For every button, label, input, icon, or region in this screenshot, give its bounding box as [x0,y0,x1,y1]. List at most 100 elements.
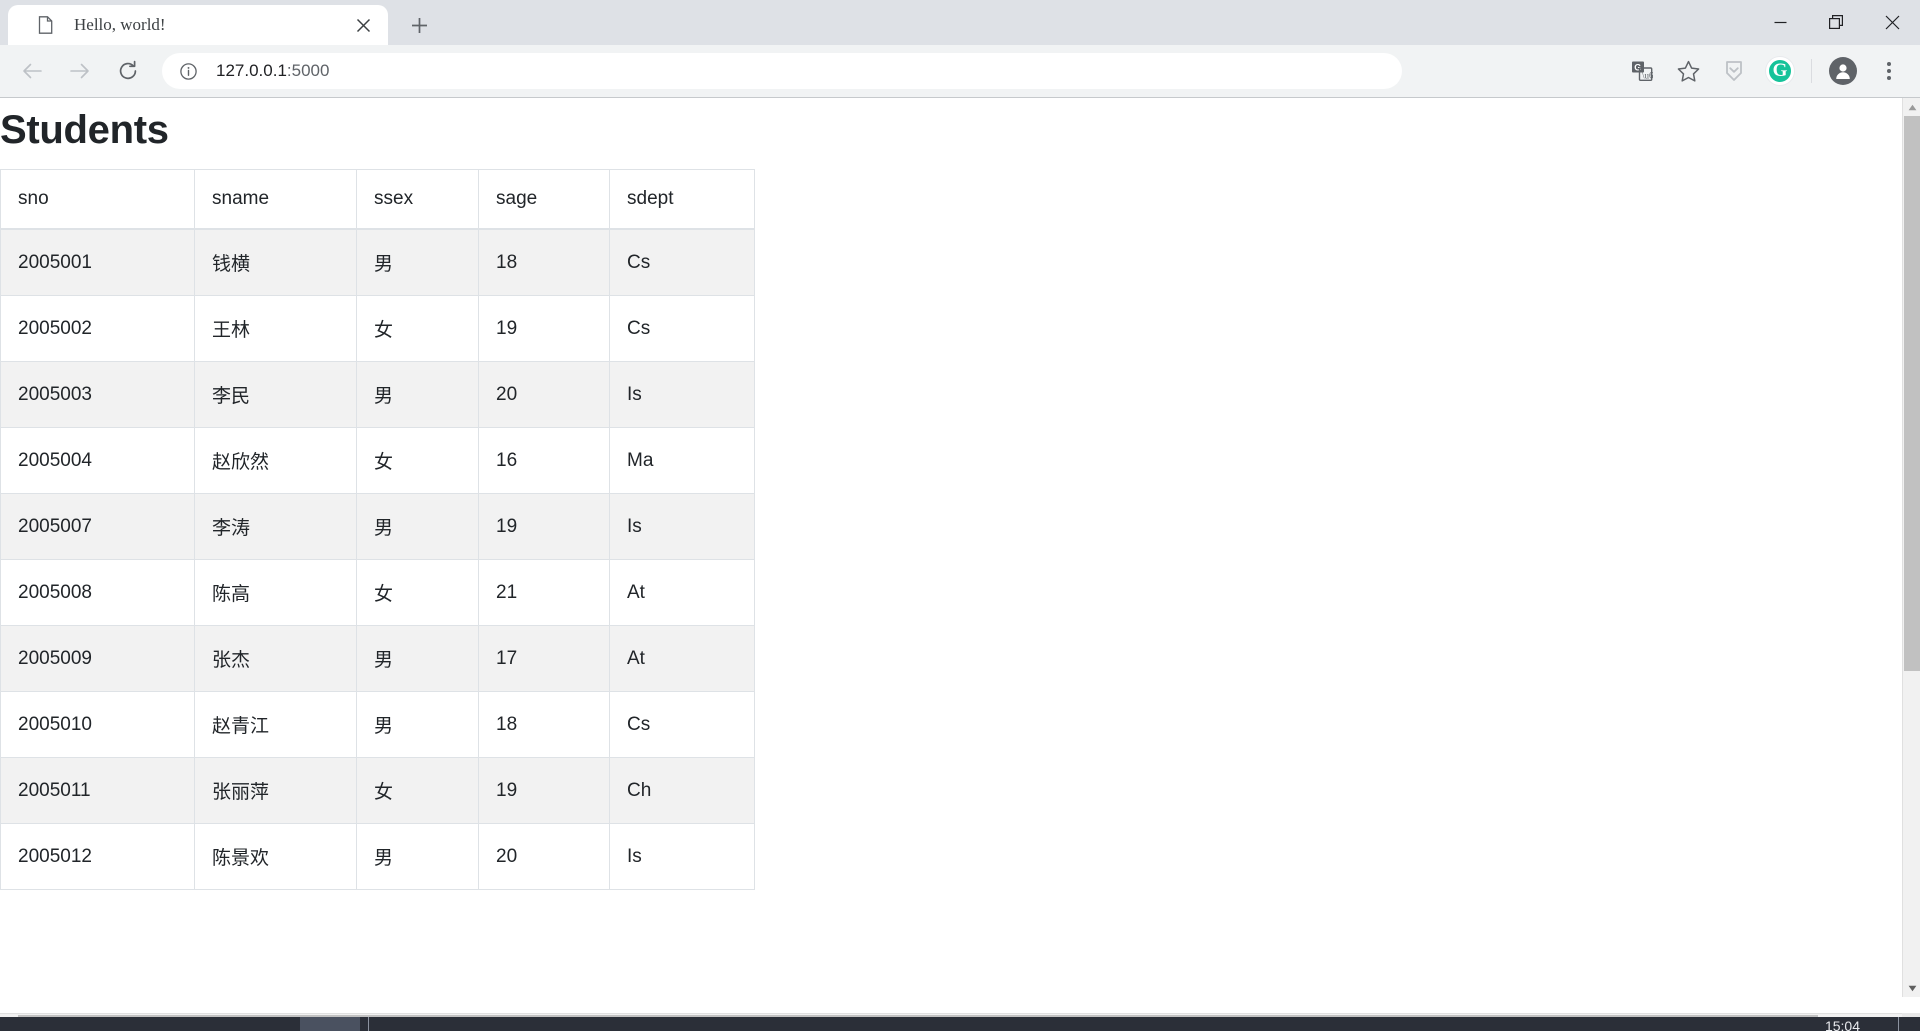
table-header-row: sno sname ssex sage sdept [0,169,755,230]
cell-sage: 16 [478,427,610,494]
table-head: sno sname ssex sage sdept [0,169,755,230]
cell-sno: 2005003 [0,361,195,428]
column-header-sdept: sdept [609,169,755,230]
table-row: 2005008 陈高 女 21 At [0,559,755,626]
reload-icon[interactable] [109,52,147,90]
cell-sno: 2005008 [0,559,195,626]
vertical-scrollbar-thumb[interactable] [1904,116,1920,671]
column-header-sage: sage [478,169,610,230]
students-table: sno sname ssex sage sdept 2005001 钱横 男 1… [0,169,755,890]
cell-sdept: Cs [609,691,755,758]
cell-sdept: Is [609,361,755,428]
taskbar-clock: 15:04 [1824,1018,1860,1031]
cell-ssex: 女 [356,559,479,626]
taskbar-divider [368,1017,369,1031]
cell-sno: 2005004 [0,427,195,494]
scroll-up-arrow-icon[interactable] [1903,98,1920,116]
page-document-icon [36,16,54,34]
translate-icon[interactable]: G \u6587 [1623,52,1661,90]
cell-sname: 张丽萍 [194,757,357,824]
profile-avatar-icon[interactable] [1824,52,1862,90]
table-row: 2005010 赵青江 男 18 Cs [0,691,755,758]
cell-sname: 钱横 [194,228,357,296]
info-circle-icon[interactable] [178,61,198,81]
table-row: 2005009 张杰 男 17 At [0,625,755,692]
page-title: Students [0,108,169,152]
cell-sage: 19 [478,493,610,560]
page-content: Students sno sname ssex sage sdept 20050… [0,98,1902,997]
cell-sname: 张杰 [194,625,357,692]
cell-sname: 陈景欢 [194,823,357,890]
cell-ssex: 女 [356,427,479,494]
cell-sdept: At [609,559,755,626]
table-body: 2005001 钱横 男 18 Cs 2005002 王林 女 19 Cs 20… [0,228,755,890]
window-minimize-button[interactable] [1752,0,1808,45]
cell-sdept: Cs [609,295,755,362]
taskbar-active-window[interactable] [300,1017,360,1031]
table-row: 2005002 王林 女 19 Cs [0,295,755,362]
cell-sno: 2005010 [0,691,195,758]
tab-close-icon[interactable] [350,12,376,38]
cell-sname: 赵青江 [194,691,357,758]
cell-sage: 19 [478,295,610,362]
cell-sdept: At [609,625,755,692]
cell-sage: 19 [478,757,610,824]
cell-sno: 2005012 [0,823,195,890]
column-header-ssex: ssex [356,169,479,230]
grammarly-logo: G [1766,57,1794,85]
table-row: 2005011 张丽萍 女 19 Ch [0,757,755,824]
avatar [1829,57,1857,85]
cell-sdept: Cs [609,228,755,296]
cell-sname: 赵欣然 [194,427,357,494]
new-tab-button[interactable] [402,8,436,42]
toolbar-divider [1811,59,1812,83]
address-bar[interactable]: 127.0.0.1:5000 [162,53,1402,89]
browser-tab[interactable]: Hello, world! [8,5,388,45]
cell-sage: 20 [478,361,610,428]
vertical-scrollbar[interactable] [1902,98,1920,997]
column-header-sname: sname [194,169,357,230]
column-header-sno: sno [0,169,195,230]
chrome-menu-icon[interactable] [1870,52,1908,90]
table-row: 2005003 李民 男 20 Is [0,361,755,428]
cell-sage: 20 [478,823,610,890]
cell-sdept: Ch [609,757,755,824]
browser-window: Hello, world! 127.0.0.1:5000 G \u6 G Stu… [0,0,1920,1031]
forward-arrow-icon[interactable] [61,52,99,90]
table-row: 2005007 李涛 男 19 Is [0,493,755,560]
cell-sdept: Is [609,493,755,560]
window-close-button[interactable] [1864,0,1920,45]
cell-sdept: Ma [609,427,755,494]
table-row: 2005004 赵欣然 女 16 Ma [0,427,755,494]
cell-ssex: 男 [356,493,479,560]
tab-title: Hello, world! [74,15,166,34]
cell-ssex: 女 [356,757,479,824]
cell-sname: 李民 [194,361,357,428]
page-viewport: Students sno sname ssex sage sdept 20050… [0,97,1920,1031]
url-host: 127.0.0.1 [216,61,287,80]
url-port: :5000 [286,61,330,80]
cell-sname: 李涛 [194,493,357,560]
scroll-down-arrow-icon[interactable] [1903,979,1920,997]
cell-ssex: 男 [356,625,479,692]
cell-sname: 王林 [194,295,357,362]
os-taskbar: 15:04 [0,1017,1920,1031]
cell-ssex: 女 [356,295,479,362]
window-restore-icon[interactable] [1808,0,1864,45]
svg-text:\u6587: \u6587 [1642,70,1653,80]
cell-sage: 21 [478,559,610,626]
table-row: 2005001 钱横 男 18 Cs [0,228,755,296]
back-arrow-icon[interactable] [13,52,51,90]
bookmark-star-icon[interactable] [1669,52,1707,90]
cell-sno: 2005001 [0,228,195,296]
cell-sage: 18 [478,691,610,758]
cell-sage: 18 [478,228,610,296]
window-controls [1752,0,1920,45]
grammarly-extension-icon[interactable]: G [1761,52,1799,90]
pocket-extension-icon[interactable] [1715,52,1753,90]
cell-sname: 陈高 [194,559,357,626]
cell-sage: 17 [478,625,610,692]
cell-ssex: 男 [356,691,479,758]
menu-dots [1887,62,1891,80]
cell-sno: 2005002 [0,295,195,362]
